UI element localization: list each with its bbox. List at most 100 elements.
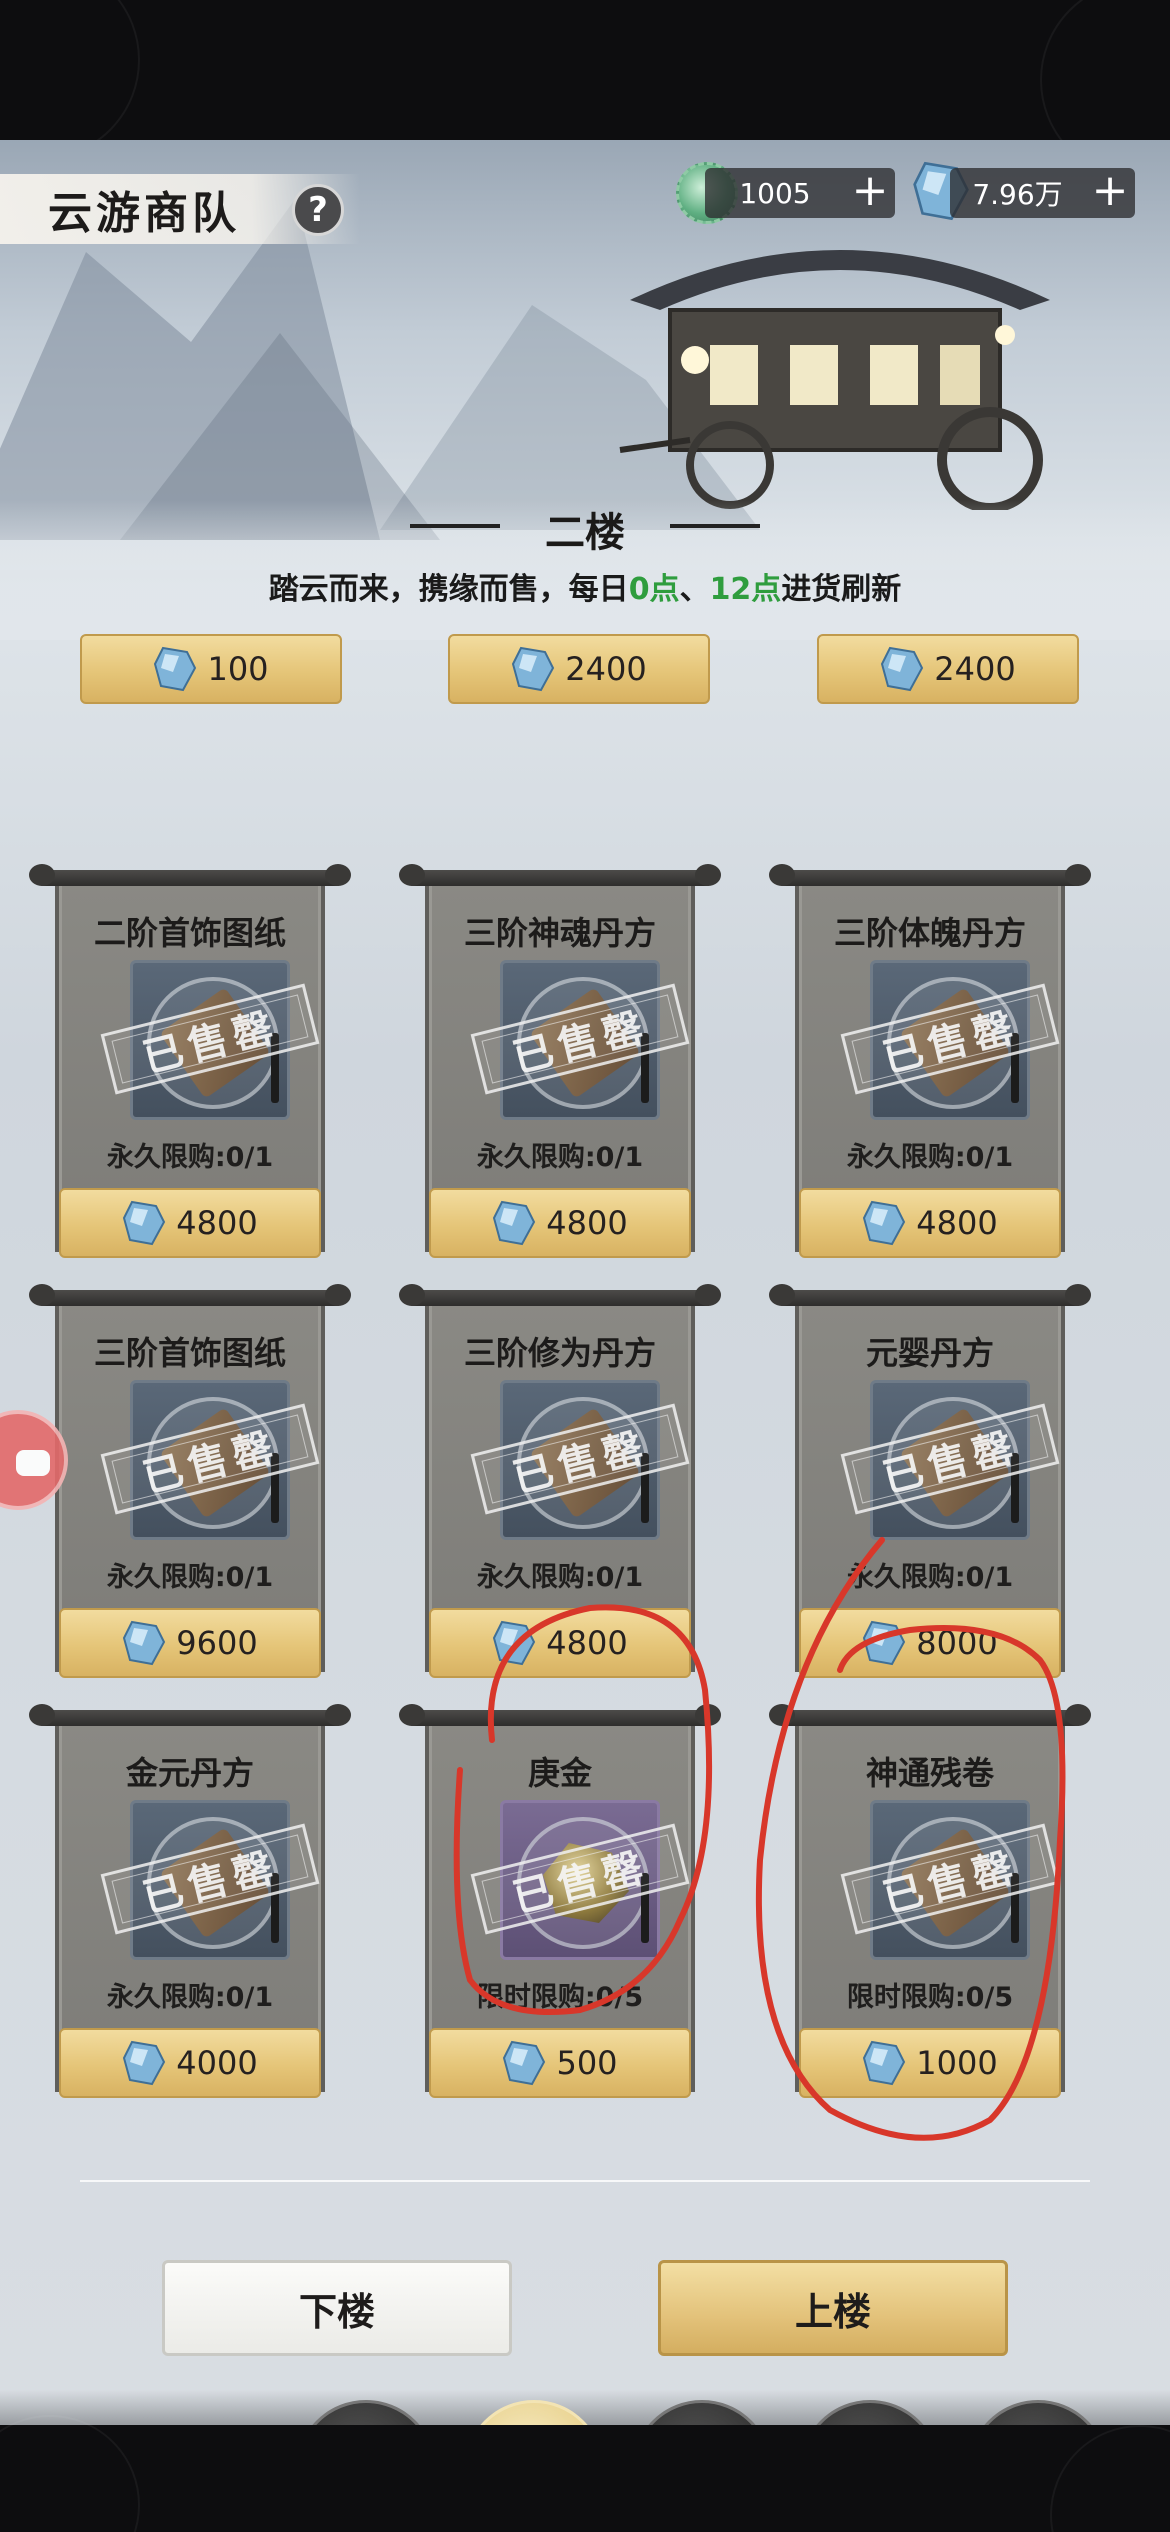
price-value: 500 [556, 2044, 618, 2082]
item-name: 庚金 [527, 1754, 592, 1792]
purchase-limit: 限时限购:0/5 [476, 1982, 644, 2013]
scroll-rod [769, 1704, 1091, 1726]
divider-line [80, 2180, 1090, 2182]
spirit-stone-icon [881, 646, 924, 692]
jade-currency-display: 1005 + [705, 168, 895, 218]
goods-grid[interactable]: 100 2400 2400 二阶首饰图纸 已售罄 永久限购:0/1 4800 三阶神魂丹… [0, 630, 1170, 2120]
scroll-rod [29, 1284, 351, 1306]
item-name: 三阶神魂丹方 [463, 914, 656, 952]
purchase-limit: 永久限购:0/1 [106, 1142, 274, 1173]
help-button[interactable]: ? [292, 184, 344, 236]
price-value: 8000 [916, 1624, 998, 1662]
price-button[interactable]: 4800 [59, 1188, 321, 1258]
shop-item-card[interactable]: 元婴丹方 已售罄 永久限购:0/1 8000 [769, 1284, 1091, 1680]
shop-item-card[interactable]: 庚金 已售罄 限时限购:0/5 500 [399, 1704, 721, 2100]
scroll-rod [769, 864, 1091, 886]
spirit-stone-icon [863, 2040, 906, 2086]
price-value: 1000 [916, 2044, 998, 2082]
purchase-limit: 永久限购:0/1 [476, 1142, 644, 1173]
floor-title: 二楼 [545, 509, 625, 556]
spirit-stone-icon [123, 2040, 166, 2086]
price-value: 4800 [546, 1624, 628, 1662]
page-title: 云游商队 [48, 188, 240, 239]
price-button[interactable]: 8000 [799, 1608, 1061, 1678]
go-upstairs-button[interactable]: 上楼 [658, 2260, 1008, 2356]
floor-ornament-right [670, 524, 760, 528]
spirit-stone-icon [503, 2040, 546, 2086]
scroll-rod [399, 1704, 721, 1726]
item-name: 神通残卷 [865, 1754, 994, 1792]
scroll-rod [29, 864, 351, 886]
tab-char: 仙 [819, 2417, 869, 2425]
bottom-black-band [0, 2415, 1170, 2532]
stone-currency-display: 7.96万 + [950, 168, 1135, 218]
price-value: 4800 [916, 1204, 998, 1242]
purchase-limit: 限时限购:0/5 [846, 1982, 1014, 2013]
spirit-stone-icon [493, 1200, 536, 1246]
purchase-limit: 永久限购:0/1 [846, 1562, 1014, 1593]
gamepad-icon [16, 1450, 50, 1476]
spirit-stone-icon [154, 646, 197, 692]
go-downstairs-button[interactable]: 下楼 [162, 2260, 512, 2356]
stone-amount: 7.96万 [972, 178, 1063, 211]
item-name: 三阶体魄丹方 [833, 914, 1026, 952]
price-value: 4800 [176, 1204, 258, 1242]
refresh-time-12: 12点 [709, 572, 782, 607]
price-value: 4800 [546, 1204, 628, 1242]
item-name: 元婴丹方 [865, 1334, 994, 1372]
price-button[interactable]: 4800 [429, 1188, 691, 1258]
price-button[interactable]: 4800 [429, 1608, 691, 1678]
refresh-notice: 踏云而来，携缘而售，每日0点、12点进货刷新 [0, 564, 1170, 608]
spirit-stone-icon [123, 1200, 166, 1246]
purchase-limit: 永久限购:0/1 [476, 1562, 644, 1593]
jade-amount: 1005 [739, 176, 811, 210]
price-button[interactable]: 2400 [448, 634, 710, 704]
shop-item-card[interactable]: 三阶首饰图纸 已售罄 永久限购:0/1 9600 [29, 1284, 351, 1680]
item-name: 三阶首饰图纸 [93, 1334, 286, 1372]
price-button[interactable]: 9600 [59, 1608, 321, 1678]
spirit-stone-icon [863, 1200, 906, 1246]
spirit-stone-icon [493, 1620, 536, 1666]
price-button[interactable]: 100 [80, 634, 342, 704]
scroll-rod [399, 864, 721, 886]
carriage-illustration [619, 250, 1050, 510]
scroll-rod [29, 1704, 351, 1726]
purchase-limit: 永久限购:0/1 [846, 1142, 1014, 1173]
scroll-rod [769, 1284, 1091, 1306]
notice-text: 踏云而来，携缘而售，每日 [268, 572, 629, 607]
shop-item-card[interactable]: 三阶体魄丹方 已售罄 永久限购:0/1 4800 [769, 864, 1091, 1260]
shop-item-card[interactable]: 神通残卷 已售罄 限时限购:0/5 1000 [769, 1704, 1091, 2100]
top-black-band [0, 0, 1170, 180]
add-jade-button[interactable]: + [845, 168, 895, 218]
price-value: 100 [207, 650, 269, 688]
purchase-limit: 永久限购:0/1 [106, 1982, 274, 2013]
shop-item-card[interactable]: 二阶首饰图纸 已售罄 永久限购:0/1 4800 [29, 864, 351, 1260]
price-button[interactable]: 4000 [59, 2028, 321, 2098]
item-name: 三阶修为丹方 [463, 1334, 656, 1372]
caravan-shop-screen: 云游商队 ? 1005 + 7.96万 + 二楼 踏云而来，携缘而售，每日0点、… [0, 140, 1170, 2425]
refresh-time-0: 0点 [628, 572, 680, 607]
price-button[interactable]: 2400 [817, 634, 1079, 704]
purchase-limit: 永久限购:0/1 [106, 1562, 274, 1593]
bottom-nav: 仙 玉 楼 云游 商队 藏 经 阁 仙 姿 楼 鸿 运 坊 [0, 2390, 1170, 2425]
tab-char: 藏 [647, 2415, 691, 2425]
shop-item-card[interactable]: 三阶神魂丹方 已售罄 永久限购:0/1 4800 [399, 864, 721, 1260]
item-name: 二阶首饰图纸 [93, 914, 286, 952]
tab-char: 鸿 [983, 2415, 1027, 2425]
price-value: 9600 [176, 1624, 258, 1662]
spirit-stone-icon [123, 1620, 166, 1666]
shop-item-card[interactable]: 三阶修为丹方 已售罄 永久限购:0/1 4800 [399, 1284, 721, 1680]
add-stone-button[interactable]: + [1085, 168, 1135, 218]
price-value: 2400 [565, 650, 647, 688]
question-icon: ? [308, 190, 328, 230]
spirit-stone-icon [512, 646, 555, 692]
shop-item-card[interactable]: 金元丹方 已售罄 永久限购:0/1 4000 [29, 1704, 351, 2100]
spirit-stone-icon [863, 1620, 906, 1666]
price-button[interactable]: 1000 [799, 2028, 1061, 2098]
price-button[interactable]: 500 [429, 2028, 691, 2098]
scroll-rod [399, 1284, 721, 1306]
notice-suffix: 进货刷新 [781, 572, 902, 607]
price-button[interactable]: 4800 [799, 1188, 1061, 1258]
price-value: 2400 [934, 650, 1016, 688]
tab-char: 仙 [315, 2417, 365, 2425]
